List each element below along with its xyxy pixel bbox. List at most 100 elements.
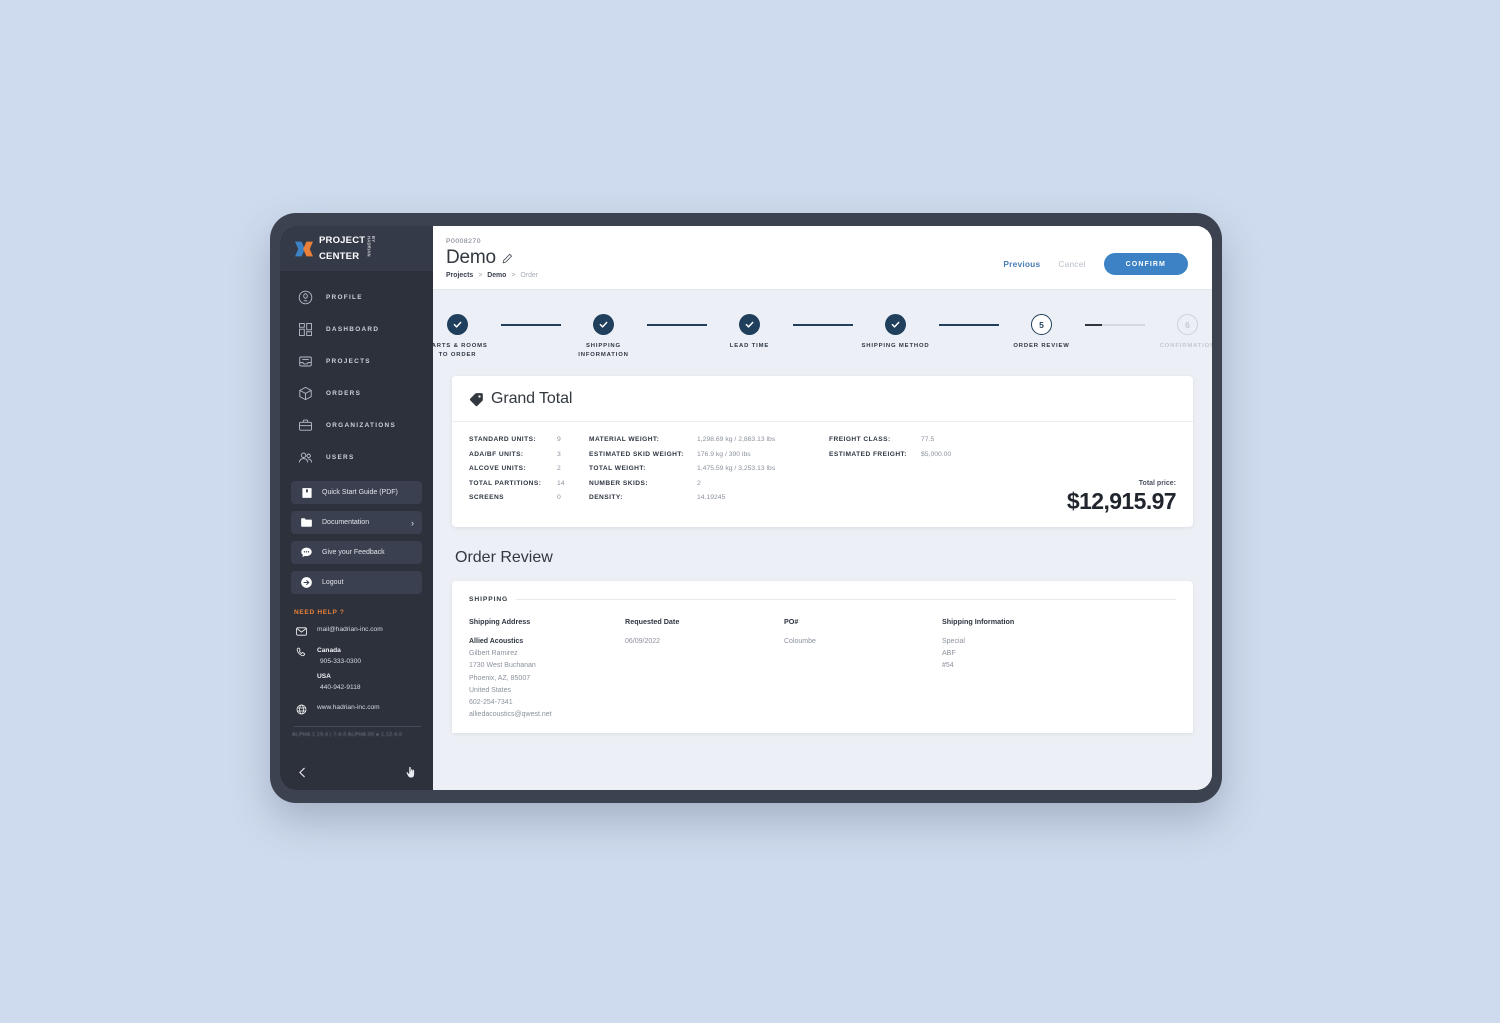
breadcrumb-demo[interactable]: Demo [487, 272, 506, 279]
logout-arrow-icon [299, 575, 314, 590]
cancel-button[interactable]: Cancel [1058, 259, 1085, 269]
chevron-left-icon[interactable] [296, 766, 309, 779]
mail-icon [294, 625, 308, 637]
row-key: NUMBER SKIDS: [589, 479, 648, 487]
po-number-value: Coloumbe [784, 637, 816, 645]
pointer-icon[interactable] [404, 766, 417, 779]
previous-button[interactable]: Previous [1003, 259, 1040, 269]
help-email-row[interactable]: mail@hadrian-inc.com [294, 625, 421, 637]
shipping-address-column: Shipping Address Allied Acoustics Gilber… [469, 617, 625, 722]
folder-icon [299, 515, 314, 530]
column-header: Shipping Information [942, 616, 1015, 626]
step-bubble-check-icon [885, 314, 906, 335]
grand-total-row: SCREENS 0 [469, 494, 589, 501]
sidebar-item-projects[interactable]: PROJECTS [280, 345, 433, 377]
step-label: LEAD TIME [729, 343, 770, 349]
chevron-right-icon: › [411, 517, 414, 528]
grand-total-row: STANDARD UNITS: 9 [469, 436, 589, 443]
chat-icon [299, 545, 314, 560]
pencil-icon[interactable] [502, 253, 513, 264]
grand-total-row: DENSITY: 14.19245 [589, 494, 829, 501]
need-help-title: NEED HELP ? [294, 609, 345, 616]
row-key: TOTAL PARTITIONS: [469, 479, 542, 487]
shipping-address-line: Gilbert Ramirez [469, 650, 518, 658]
requested-date-value: 06/09/2022 [625, 637, 661, 645]
feedback-button[interactable]: Give your Feedback [291, 541, 422, 564]
row-value: 9 [557, 436, 561, 444]
breadcrumb-order: Order [520, 272, 539, 279]
project-center-logo-icon [295, 241, 313, 256]
step-label: SHIPPING METHOD [861, 343, 930, 349]
step-lead-time[interactable]: LEAD TIME [707, 314, 793, 351]
logo-superscript: BY HADRIAN [366, 235, 377, 257]
sidebar-item-orders[interactable]: ORDERS [280, 377, 433, 409]
orders-box-icon [297, 385, 314, 402]
row-key: STANDARD UNITS: [469, 436, 537, 444]
main-content: P0008270 Demo Projects > Demo > Order Pr… [433, 226, 1212, 790]
step-label: CONFIRMATION [1159, 343, 1212, 349]
sidebar-item-users[interactable]: USERS [280, 441, 433, 473]
breadcrumb-projects[interactable]: Projects [446, 272, 473, 279]
step-bubble-check-icon [593, 314, 614, 335]
logo-line1: PROJECT [319, 234, 366, 246]
grand-total-row: TOTAL PARTITIONS: 14 [469, 480, 589, 487]
users-icon [297, 449, 314, 466]
page-scroll-area[interactable]: PARTS & ROOMS TO ORDER SHIPPING INFORMATIO… [433, 290, 1212, 790]
step-bubble-check-icon [447, 314, 468, 335]
grand-total-column-weights: MATERIAL WEIGHT: 1,298.69 kg / 2,863.13 l… [589, 436, 829, 509]
app-logo[interactable]: PROJECT BY HADRIAN CENTER [280, 226, 433, 271]
grand-total-card: Grand Total STANDARD UNITS: 9 ADA/BF UNIT… [452, 376, 1193, 527]
total-price-label: Total price: [1138, 479, 1176, 487]
shipping-address-line: 602-254-7341 [469, 699, 513, 707]
step-connector [500, 324, 561, 326]
row-value: $5,000.00 [921, 450, 952, 458]
sidebar: PROJECT BY HADRIAN CENTER PROFILE DASHBO… [280, 226, 433, 790]
quick-link-label: Documentation [322, 519, 370, 526]
sidebar-item-organizations[interactable]: ORGANIZATIONS [280, 409, 433, 441]
sidebar-item-label: ORDERS [326, 389, 362, 397]
column-header: Shipping Address [469, 616, 531, 626]
sidebar-item-dashboard[interactable]: DASHBOARD [280, 313, 433, 345]
step-shipping-information[interactable]: SHIPPING INFORMATION [561, 314, 647, 360]
sidebar-quick-links: Quick Start Guide (PDF) Documentation › [280, 473, 433, 601]
quick-start-guide-button[interactable]: Quick Start Guide (PDF) [291, 481, 422, 504]
shipping-address-line: alliedacoustics@qwest.net [469, 711, 552, 719]
quick-link-label: Give your Feedback [322, 549, 385, 556]
total-price-value: $12,915.97 [1066, 487, 1177, 514]
documentation-button[interactable]: Documentation › [291, 511, 422, 534]
step-order-review[interactable]: 5 ORDER REVIEW [999, 314, 1085, 351]
shipping-company: Allied Acoustics [469, 637, 524, 645]
row-value: 14 [557, 479, 565, 487]
help-website-row[interactable]: www.hadrian-inc.com [294, 703, 421, 715]
row-key: ESTIMATED FREIGHT: [829, 450, 907, 458]
app-screen: PROJECT BY HADRIAN CENTER PROFILE DASHBO… [280, 226, 1212, 790]
help-email: mail@hadrian-inc.com [317, 626, 383, 633]
row-value: 3 [557, 450, 561, 458]
grand-total-column-freight: FREIGHT CLASS: 77.5 ESTIMATED FREIGHT: $5,… [829, 436, 1039, 509]
globe-icon [294, 703, 308, 715]
sidebar-item-profile[interactable]: PROFILE [280, 281, 433, 313]
step-bubble-number: 6 [1177, 314, 1198, 335]
po-number-column: PO# Coloumbe [784, 617, 942, 722]
step-parts-rooms-to-order[interactable]: PARTS & ROOMS TO ORDER [433, 314, 501, 360]
logout-button[interactable]: Logout [291, 571, 422, 594]
step-confirmation: 6 CONFIRMATION [1145, 314, 1212, 351]
section-rule [516, 598, 1176, 600]
step-shipping-method[interactable]: SHIPPING METHOD [853, 314, 939, 351]
grand-total-heading: Grand Total [491, 390, 573, 408]
confirm-button[interactable]: CONFIRM [1103, 253, 1188, 275]
help-website: www.hadrian-inc.com [317, 703, 380, 711]
shipping-info-line: Special [942, 637, 965, 645]
step-bubble-check-icon [739, 314, 760, 335]
order-review-title: Order Review [455, 548, 553, 566]
row-key: ESTIMATED SKID WEIGHT: [589, 450, 684, 458]
step-connector [938, 324, 999, 326]
grand-total-row: FREIGHT CLASS: 77.5 [829, 436, 1039, 443]
breadcrumb-separator: > [478, 272, 483, 279]
row-value: 176.9 kg / 390 lbs [697, 450, 751, 458]
row-value: 2 [697, 479, 701, 487]
row-value: 1,298.69 kg / 2,863.13 lbs [697, 436, 776, 444]
page-title: Demo [446, 247, 496, 268]
help-canada-phone: 905-333-0300 [320, 657, 362, 665]
sidebar-version-text: ALPHA 1.19.4 | 7.4.0 ALPHA 00 ● 1.12.4.0 [292, 731, 403, 738]
